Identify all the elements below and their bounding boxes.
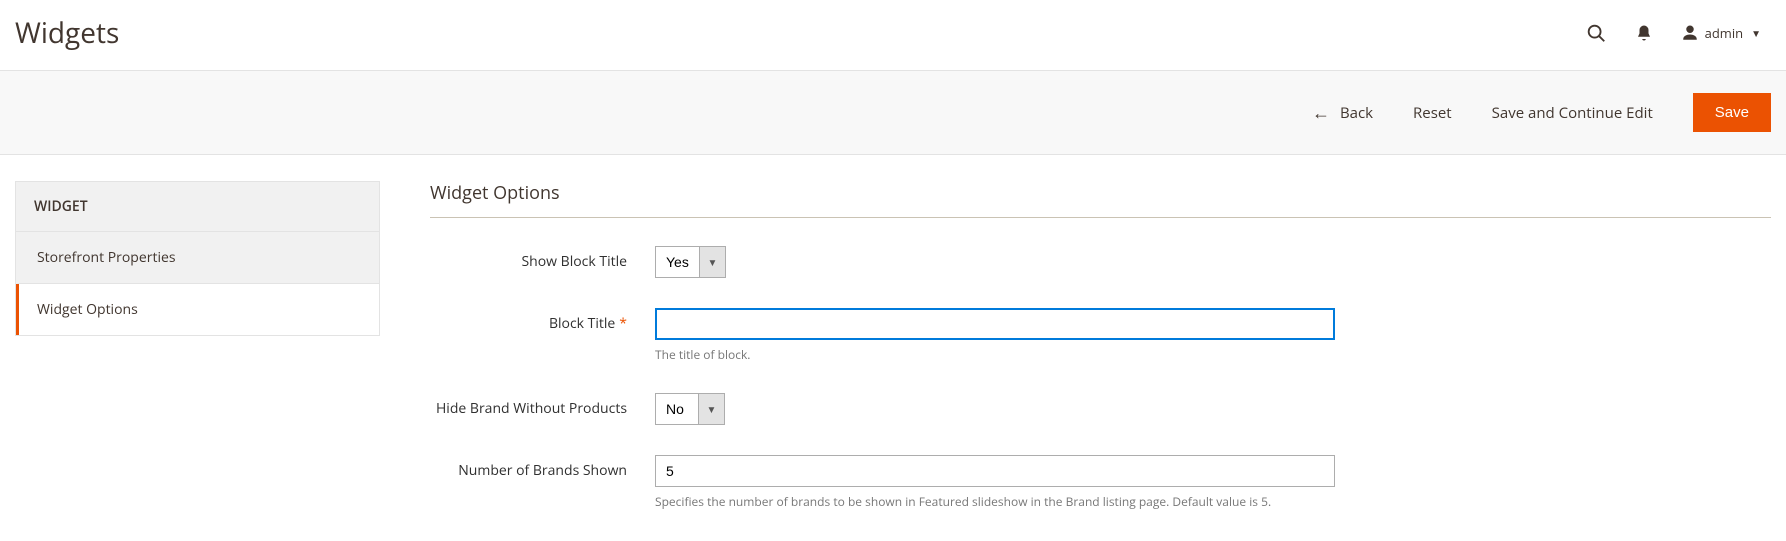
user-icon	[1681, 24, 1699, 42]
field-show-block-title: Yes ▼	[655, 246, 1335, 278]
search-icon[interactable]	[1585, 22, 1607, 44]
section-title: Widget Options	[430, 181, 1771, 218]
chevron-down-icon: ▼	[698, 394, 724, 424]
label-number-of-brands-shown: Number of Brands Shown	[430, 455, 655, 480]
page-title: Widgets	[15, 14, 119, 52]
select-show-block-title-input[interactable]: Yes	[656, 247, 699, 277]
required-mark-icon: *	[619, 314, 627, 333]
sidebar-tab-widget-options[interactable]: Widget Options	[16, 284, 379, 335]
sidebar-heading: WIDGET	[16, 182, 379, 232]
label-block-title-text: Block Title	[549, 314, 615, 333]
save-continue-label: Save and Continue Edit	[1492, 103, 1653, 123]
sidebar: WIDGET Storefront Properties Widget Opti…	[15, 181, 380, 336]
bell-icon[interactable]	[1635, 24, 1653, 42]
save-button[interactable]: Save	[1693, 93, 1771, 132]
label-hide-brand-without-products: Hide Brand Without Products	[430, 393, 655, 418]
chevron-down-icon: ▼	[699, 247, 725, 277]
row-hide-brand-without-products: Hide Brand Without Products No ▼	[430, 393, 1771, 425]
save-continue-button[interactable]: Save and Continue Edit	[1492, 103, 1653, 123]
row-show-block-title: Show Block Title Yes ▼	[430, 246, 1771, 278]
back-label: Back	[1340, 103, 1373, 123]
select-show-block-title[interactable]: Yes ▼	[655, 246, 726, 278]
reset-button[interactable]: Reset	[1413, 103, 1452, 123]
select-hide-brand-without-products-input[interactable]: No	[656, 394, 698, 424]
input-block-title[interactable]	[655, 308, 1335, 340]
header-tools: admin ▼	[1585, 22, 1761, 44]
admin-username: admin	[1705, 24, 1743, 42]
field-number-of-brands-shown: Specifies the number of brands to be sho…	[655, 455, 1335, 510]
field-hide-brand-without-products: No ▼	[655, 393, 1335, 425]
page-body: WIDGET Storefront Properties Widget Opti…	[0, 155, 1786, 540]
field-block-title: The title of block.	[655, 308, 1335, 363]
main-content: Widget Options Show Block Title Yes ▼ Bl…	[430, 181, 1771, 540]
arrow-left-icon: ←	[1312, 104, 1330, 122]
note-block-title: The title of block.	[655, 346, 1335, 363]
page-header: Widgets admin ▼	[0, 0, 1786, 70]
sidebar-tab-storefront-properties[interactable]: Storefront Properties	[16, 232, 379, 284]
label-block-title: Block Title*	[430, 308, 655, 333]
row-block-title: Block Title* The title of block.	[430, 308, 1771, 363]
reset-label: Reset	[1413, 103, 1452, 123]
admin-user-menu[interactable]: admin ▼	[1681, 24, 1761, 42]
select-hide-brand-without-products[interactable]: No ▼	[655, 393, 725, 425]
note-number-of-brands-shown: Specifies the number of brands to be sho…	[655, 493, 1335, 510]
input-number-of-brands-shown[interactable]	[655, 455, 1335, 487]
label-show-block-title: Show Block Title	[430, 246, 655, 271]
action-bar: ← Back Reset Save and Continue Edit Save	[0, 70, 1786, 155]
caret-down-icon: ▼	[1751, 26, 1761, 40]
row-number-of-brands-shown: Number of Brands Shown Specifies the num…	[430, 455, 1771, 510]
back-button[interactable]: ← Back	[1312, 103, 1373, 123]
